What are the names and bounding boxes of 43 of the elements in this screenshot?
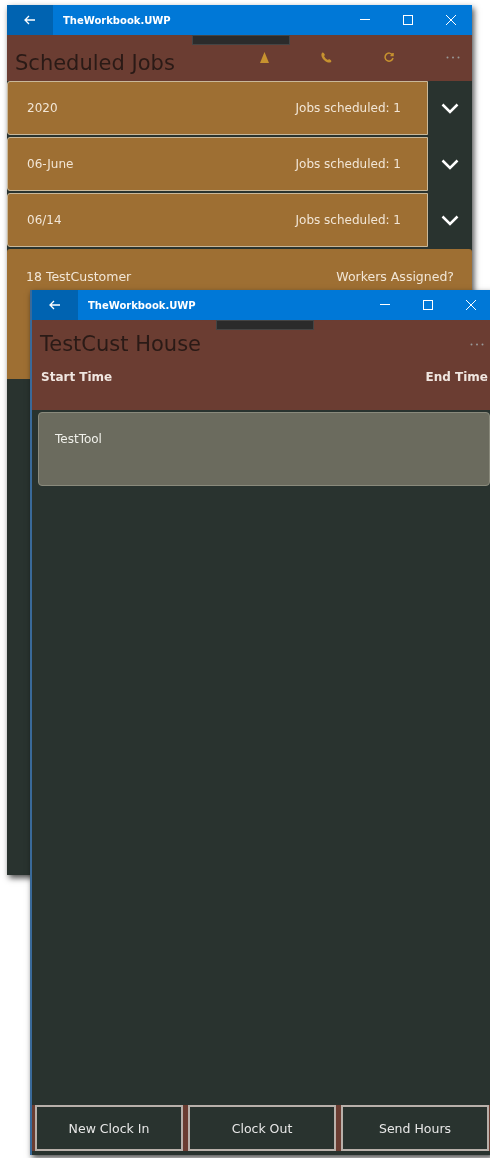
close-icon[interactable] [446,15,456,25]
group-label: 06-June [27,157,74,171]
window-title: TheWorkbook.UWP [88,299,197,311]
group-label: 2020 [27,101,58,115]
column-header: Start Time [41,370,113,384]
group-header[interactable]: 2020 Jobs scheduled: 1 [7,81,428,135]
job-card[interactable]: 18 TestCustomer Workers Assigned? [7,249,472,290]
back-icon [49,300,61,310]
phone-icon[interactable] [321,51,332,63]
action-button[interactable]: Clock Out [188,1105,336,1151]
group-header[interactable]: 06-June Jobs scheduled: 1 [7,137,428,191]
group-label: 06/14 [27,213,62,227]
minimize-icon[interactable] [380,304,390,306]
drag-handle[interactable] [192,35,290,45]
chevron-down-icon [441,102,459,114]
tool-item[interactable]: TestTool [38,412,490,486]
job-count: Jobs scheduled: 1 [295,213,401,227]
page-title: TestCust House [40,332,201,356]
maximize-icon[interactable] [423,300,433,310]
back-button[interactable] [32,290,78,320]
page-title: Scheduled Jobs [15,51,175,75]
action-button[interactable]: New Clock In [35,1105,183,1151]
column-header: End Time [425,370,488,384]
back-button[interactable] [7,5,53,35]
maximize-icon[interactable] [403,15,413,25]
action-button[interactable]: Send Hours [341,1105,489,1151]
refresh-icon[interactable] [384,52,394,62]
window-title: TheWorkbook.UWP [63,14,172,26]
close-icon[interactable] [466,300,476,310]
workers-label: Workers Assigned? [336,269,454,284]
customer-name: 18 TestCustomer [26,269,132,284]
drag-handle[interactable] [216,320,314,330]
warning-icon[interactable] [260,51,269,63]
group-header[interactable]: 06/14 Jobs scheduled: 1 [7,193,428,247]
job-count: Jobs scheduled: 1 [295,101,401,115]
more-icon[interactable] [470,342,484,346]
back-icon [24,15,36,25]
chevron-down-icon [441,214,459,226]
tool-name: TestTool [55,432,102,446]
more-icon[interactable] [446,55,460,59]
minimize-icon[interactable] [360,19,370,21]
chevron-down-icon [441,158,459,170]
job-count: Jobs scheduled: 1 [295,157,401,171]
